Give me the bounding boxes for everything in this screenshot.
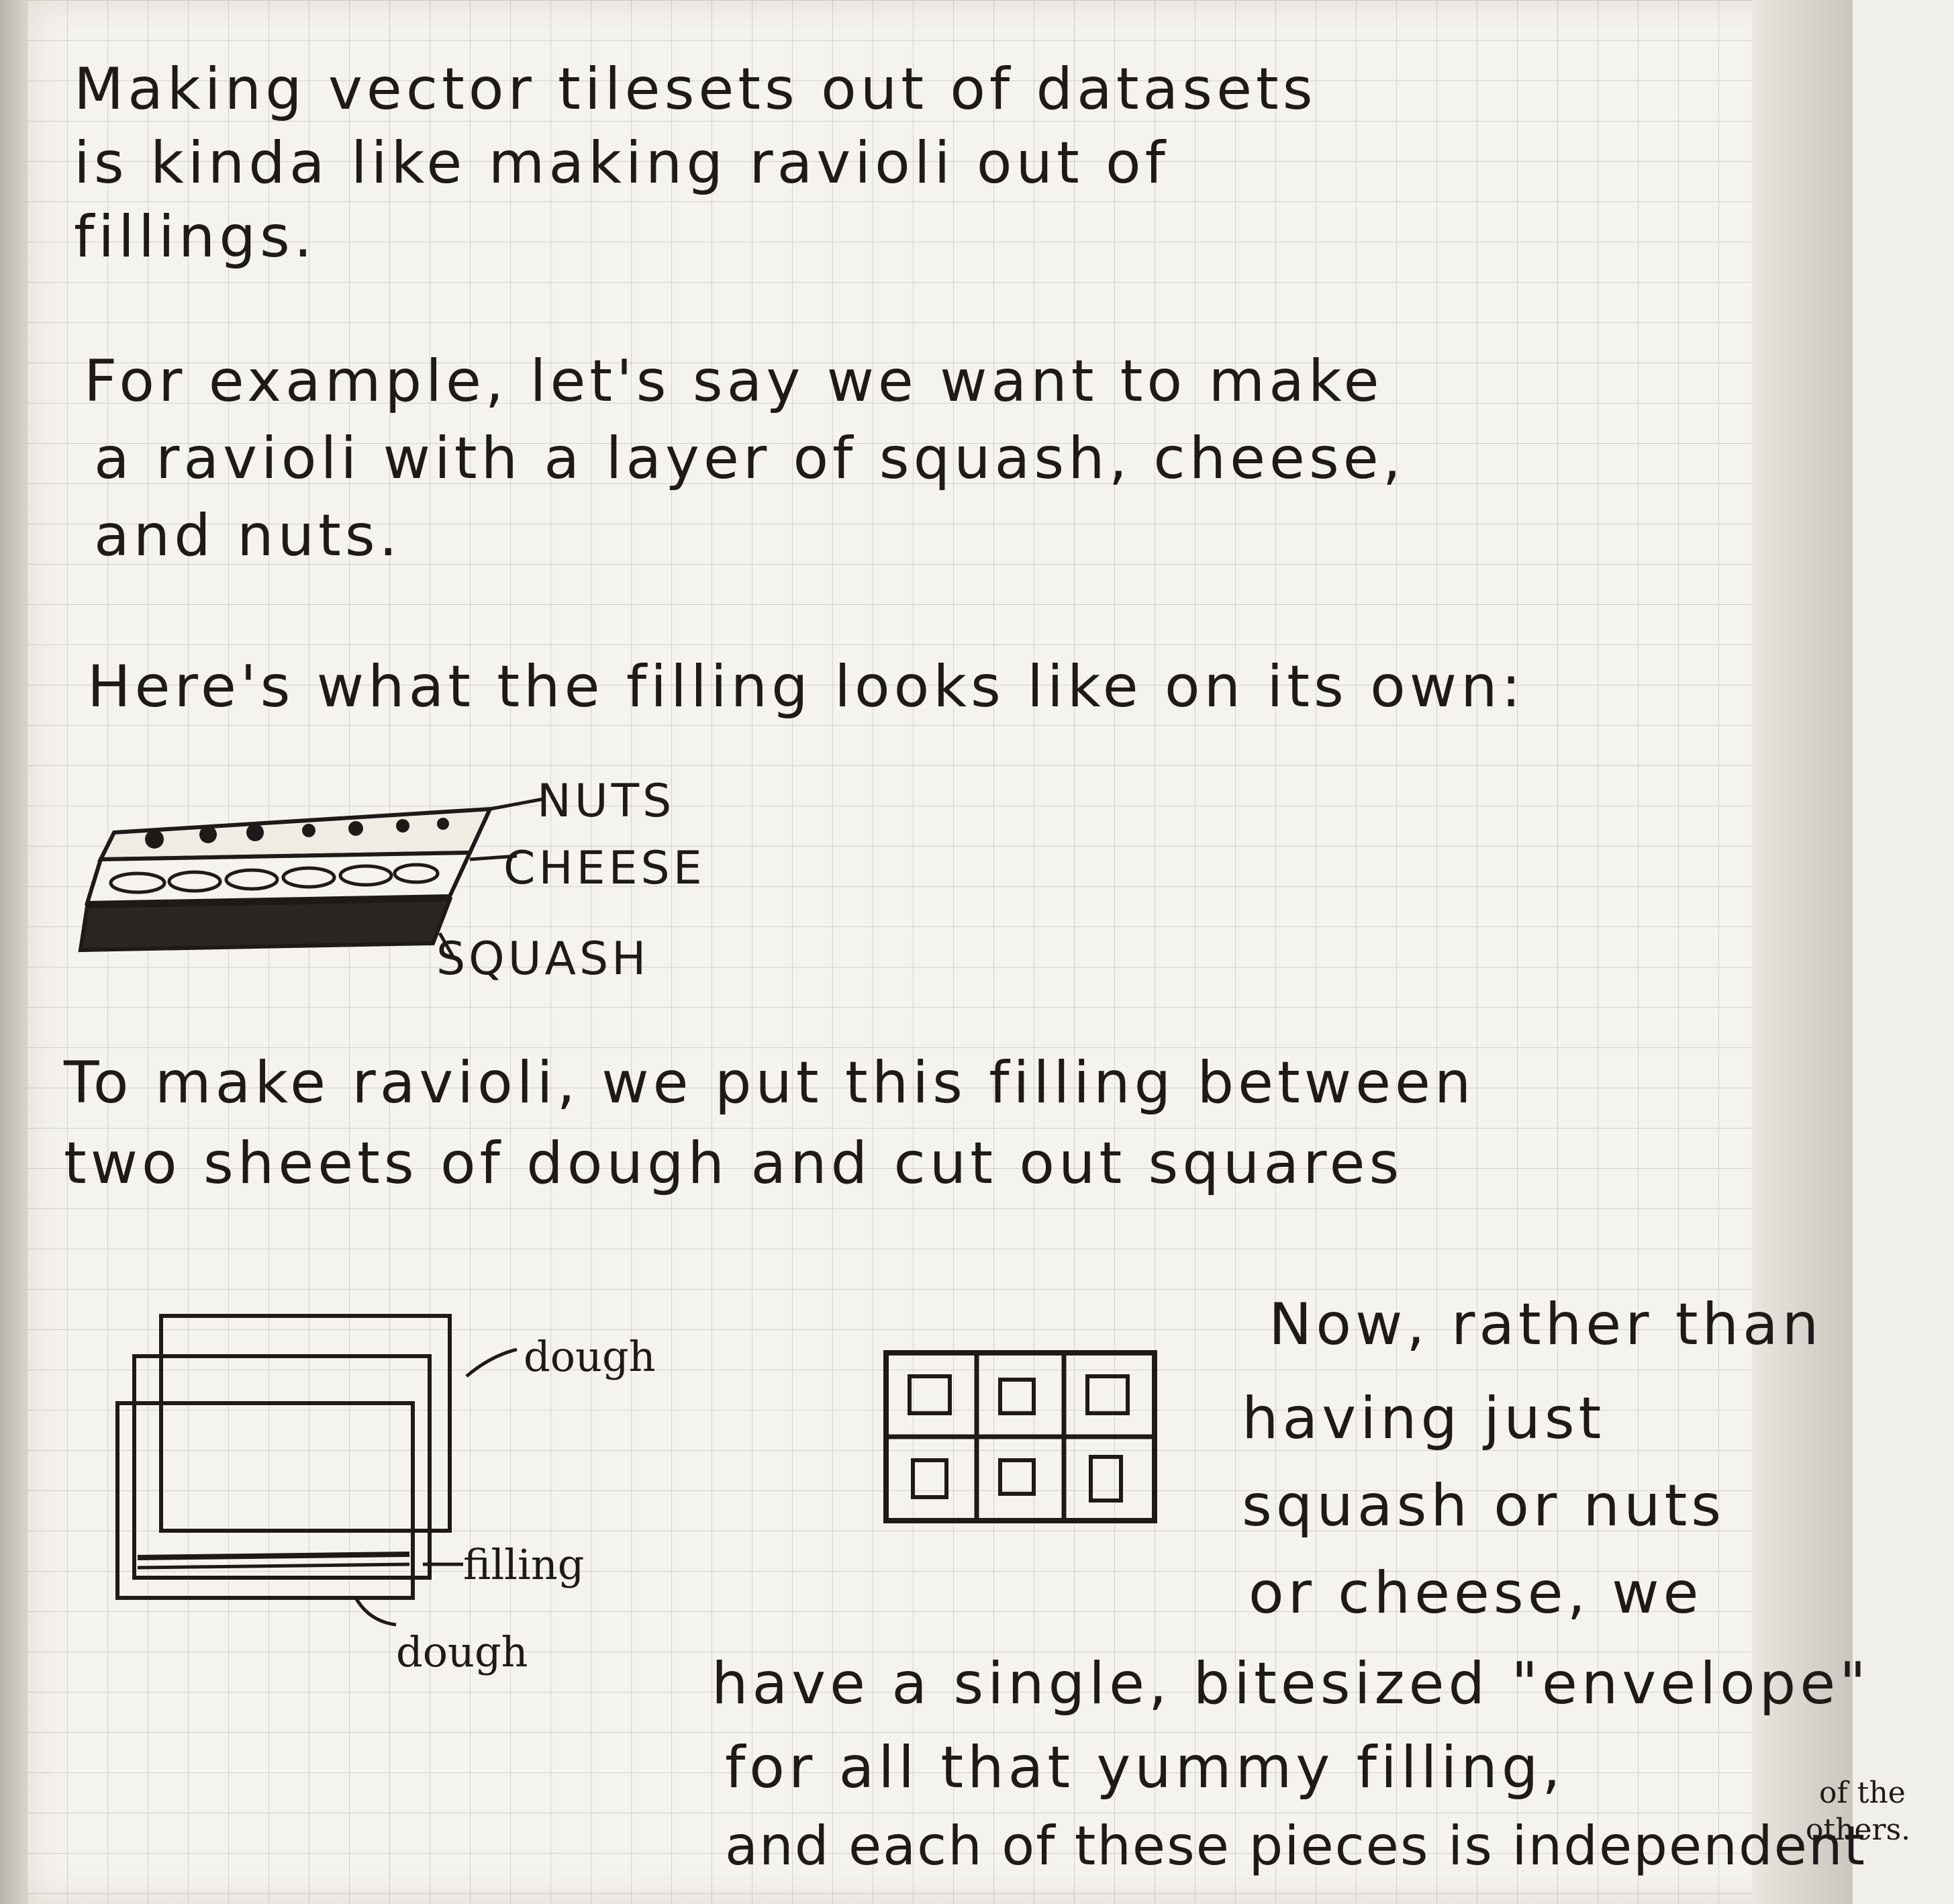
example-line-2: a ravioli with a layer of squash, cheese…: [94, 425, 1406, 492]
nut-dot: [246, 824, 264, 841]
conclusion-line-3: squash or nuts: [1242, 1472, 1726, 1539]
ravioli-step-line-2: two sheets of dough and cut out squares: [64, 1130, 1404, 1197]
intro-line-1: Making vector tilesets out of datasets: [74, 56, 1317, 123]
nuts-label: NUTS: [537, 775, 675, 828]
top-dough-label: dough: [524, 1332, 656, 1381]
conclusion-line-7: and each of these pieces is independent: [725, 1815, 1867, 1877]
nut-dot: [302, 824, 315, 837]
squash-label: SQUASH: [436, 933, 650, 986]
filling-intro-line: Here's what the filling looks like on it…: [87, 653, 1525, 720]
conclusion-line-6: for all that yummy filling,: [725, 1734, 1565, 1801]
nut-dot: [437, 818, 449, 830]
conclusion-line-1: Now, rather than: [1269, 1291, 1823, 1358]
example-line-3: and nuts.: [94, 502, 402, 569]
nut-dot: [348, 821, 363, 836]
conclusion-line-2: having just: [1242, 1385, 1606, 1452]
conclusion-line-5: have a single, bitesized "envelope": [712, 1650, 1870, 1717]
nut-dot: [199, 826, 217, 843]
notebook-photo: Making vector tilesets out of datasets i…: [0, 0, 1954, 1904]
nut-dot: [396, 819, 409, 832]
squash-layer: [78, 897, 453, 953]
cheese-label: CHEESE: [503, 842, 705, 895]
conclusion-line-4: or cheese, we: [1249, 1560, 1703, 1627]
ravioli-step-line-1: To make ravioli, we put this filling bet…: [64, 1049, 1475, 1116]
conclusion-note-bottom: others.: [1806, 1813, 1911, 1847]
page-edge-shadow: [1752, 0, 1853, 1904]
ravioli-squares-drawing: [883, 1350, 1157, 1523]
conclusion-note-top: of the: [1819, 1776, 1906, 1810]
intro-line-3: fillings.: [74, 203, 317, 271]
nut-dot: [145, 830, 164, 849]
bottom-dough-label: dough: [396, 1627, 528, 1676]
intro-line-2: is kinda like making ravioli out of: [74, 130, 1169, 197]
top-dough-sheet: [159, 1314, 452, 1533]
filling-sheet-label: filling: [463, 1540, 585, 1589]
filling-sheet: [132, 1354, 432, 1580]
example-line-1: For example, let's say we want to make: [84, 348, 1383, 415]
